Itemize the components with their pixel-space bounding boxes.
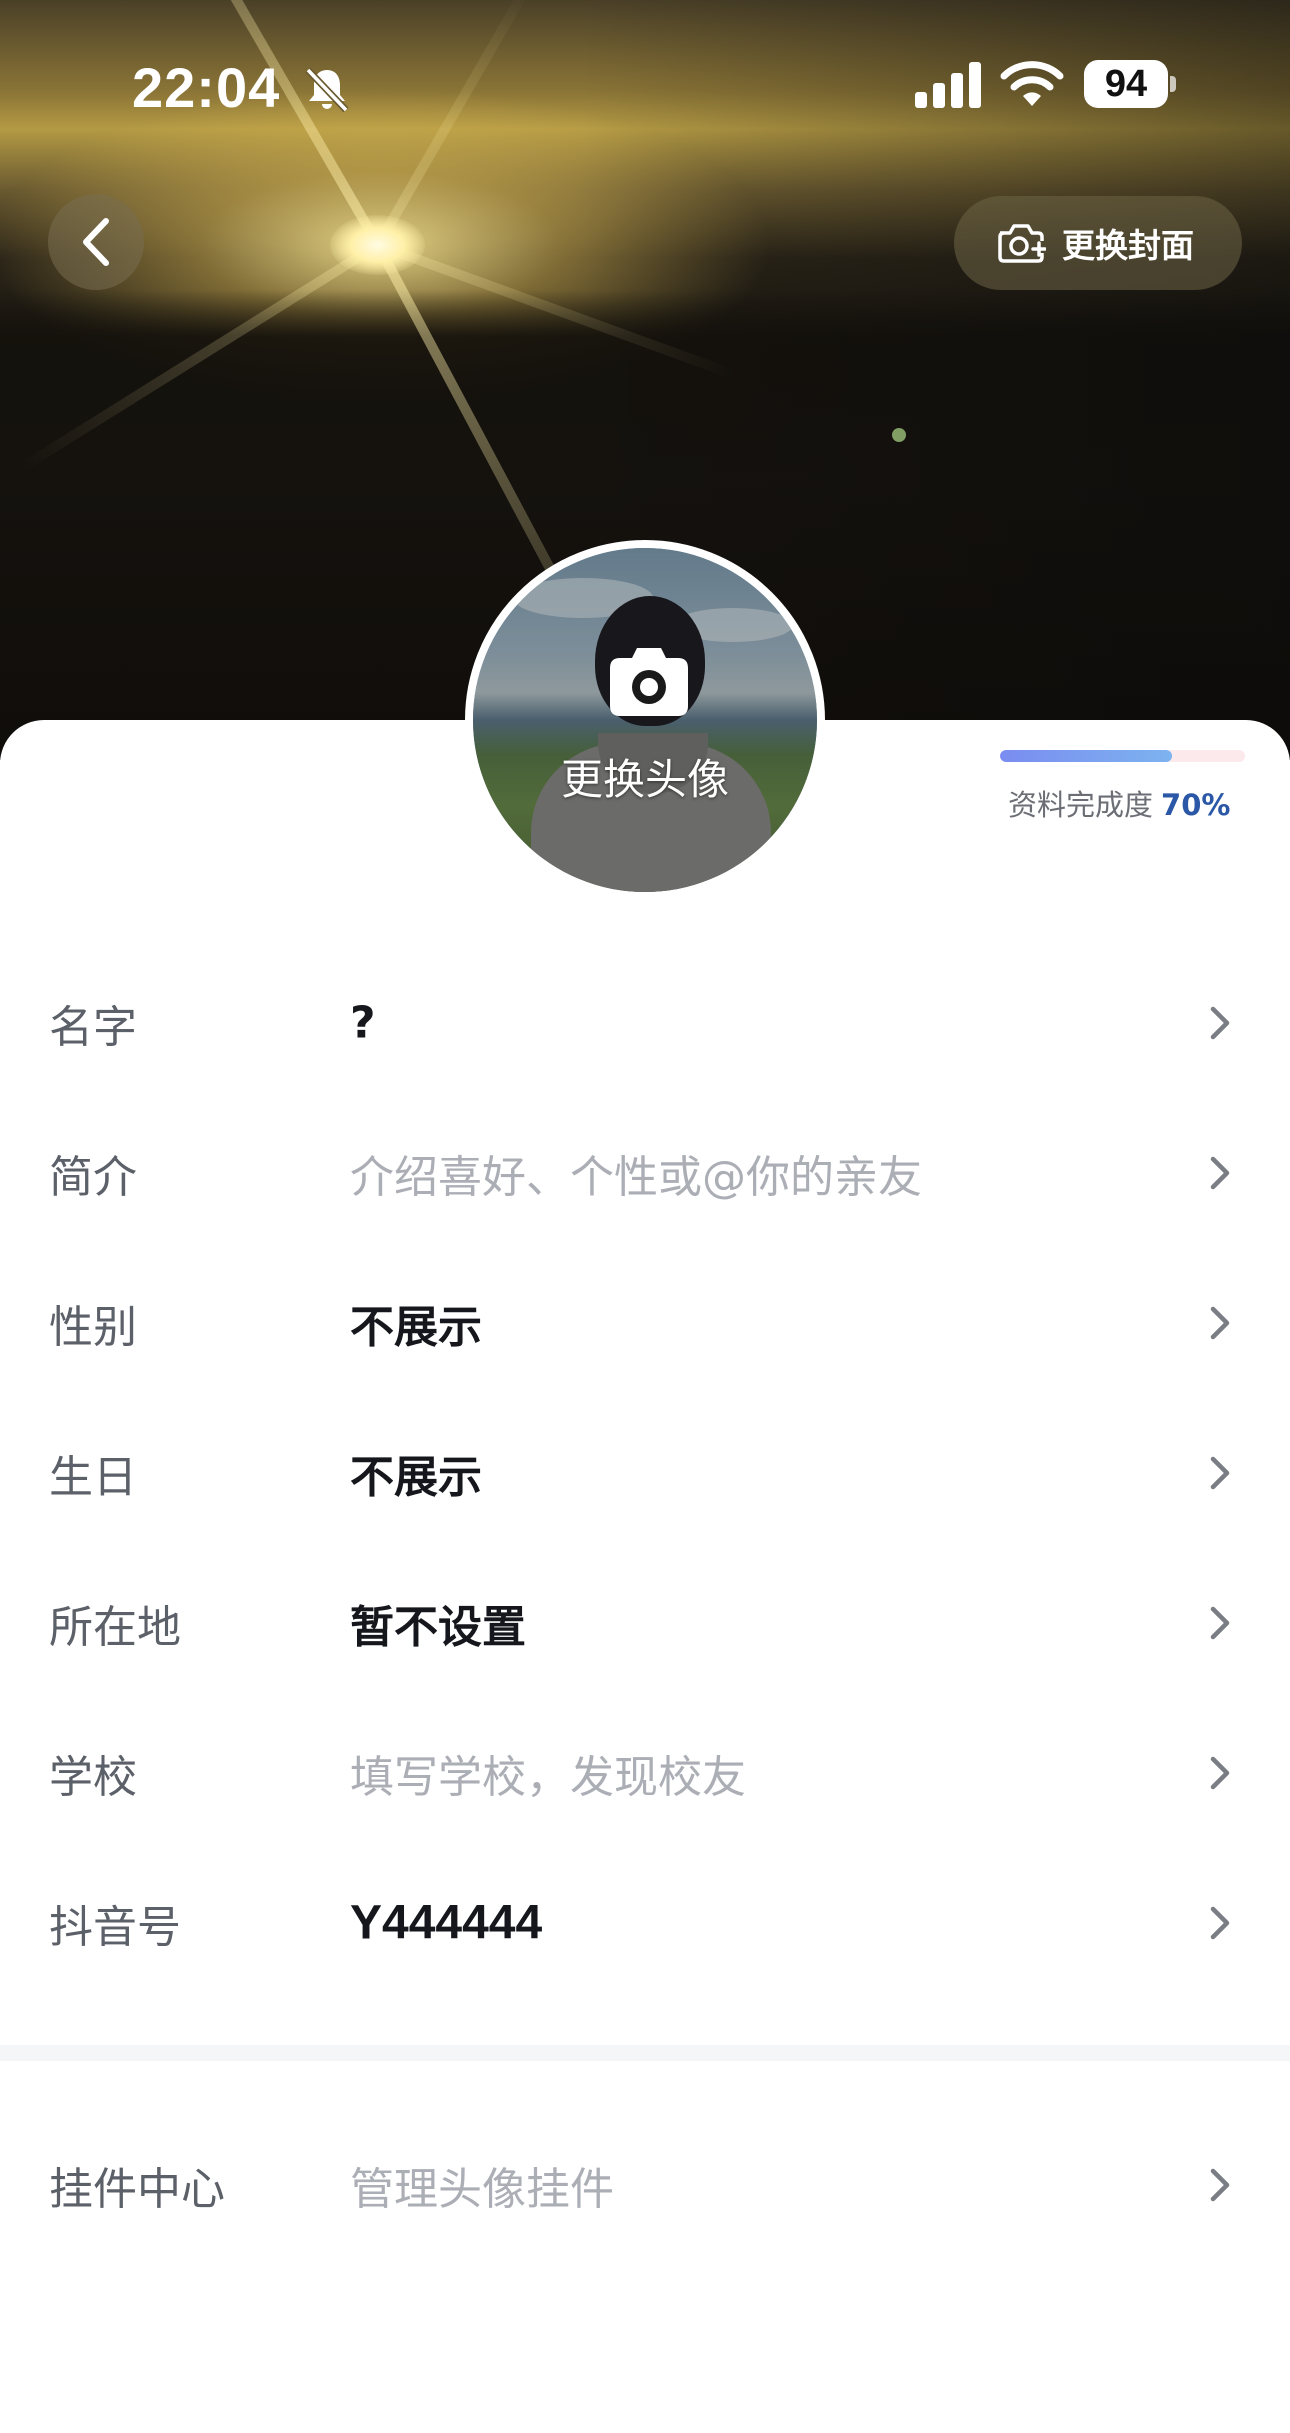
chevron-right-icon <box>1210 1156 1230 1190</box>
chevron-right-icon <box>1210 1906 1230 1940</box>
change-avatar-label: 更换头像 <box>560 755 729 804</box>
row-birthday[interactable]: 生日 不展示 <box>0 1398 1290 1548</box>
row-douyin-id[interactable]: 抖音号 Y444444 <box>0 1848 1290 1998</box>
section-divider <box>0 2045 1290 2061</box>
row-value: Y444444 <box>350 1896 543 1950</box>
status-time: 22:04 <box>132 56 281 119</box>
camera-icon <box>610 648 688 716</box>
row-value: ? <box>350 997 376 1049</box>
row-label: 抖音号 <box>49 1902 181 1953</box>
wifi-icon <box>1000 61 1064 106</box>
row-label: 所在地 <box>49 1602 181 1653</box>
row-value: 不展示 <box>350 1452 482 1503</box>
profile-completeness-bar <box>1000 750 1245 762</box>
back-chevron-icon <box>83 218 109 266</box>
row-value: 不展示 <box>350 1302 482 1353</box>
row-label: 性别 <box>49 1302 137 1353</box>
change-cover-button[interactable]: 更换封面 <box>954 196 1242 290</box>
row-pendant-center[interactable]: 挂件中心 管理头像挂件 <box>0 2110 1290 2260</box>
bell-slash-icon <box>305 67 349 113</box>
chevron-right-icon <box>1210 2168 1230 2202</box>
profile-completeness-fill <box>1000 750 1172 762</box>
row-bio[interactable]: 简介 介绍喜好、个性或@你的亲友 <box>0 1098 1290 1248</box>
profile-completeness: 资料完成度 70% <box>1008 782 1248 824</box>
row-label: 生日 <box>49 1452 137 1503</box>
battery-level: 94 <box>1104 63 1148 105</box>
chevron-right-icon <box>1210 1006 1230 1040</box>
row-school[interactable]: 学校 填写学校，发现校友 <box>0 1698 1290 1848</box>
change-cover-label: 更换封面 <box>1062 226 1194 265</box>
signal-icon <box>915 62 981 108</box>
row-value: 介绍喜好、个性或@你的亲友 <box>350 1152 922 1203</box>
status-bar: 22:04 94 <box>0 0 1290 170</box>
chevron-right-icon <box>1210 1756 1230 1790</box>
row-label: 简介 <box>49 1152 137 1203</box>
profile-completeness-label: 资料完成度 <box>1008 788 1154 822</box>
row-gender[interactable]: 性别 不展示 <box>0 1248 1290 1398</box>
row-value: 暂不设置 <box>350 1602 526 1653</box>
chevron-right-icon <box>1210 1306 1230 1340</box>
chevron-right-icon <box>1210 1456 1230 1490</box>
profile-completeness-percent: 70% <box>1161 788 1231 822</box>
chevron-right-icon <box>1210 1606 1230 1640</box>
row-label: 学校 <box>49 1752 137 1803</box>
row-name[interactable]: 名字 ? <box>0 948 1290 1098</box>
row-location[interactable]: 所在地 暂不设置 <box>0 1548 1290 1698</box>
row-label: 挂件中心 <box>49 2164 225 2215</box>
row-value: 填写学校，发现校友 <box>350 1752 746 1803</box>
battery-icon: 94 <box>1084 60 1176 108</box>
row-value: 管理头像挂件 <box>350 2164 614 2215</box>
sun <box>330 215 425 275</box>
avatar[interactable]: 更换头像 <box>465 540 825 900</box>
row-label: 名字 <box>49 1002 137 1053</box>
back-button[interactable] <box>48 194 144 290</box>
camera-plus-icon <box>998 224 1046 263</box>
